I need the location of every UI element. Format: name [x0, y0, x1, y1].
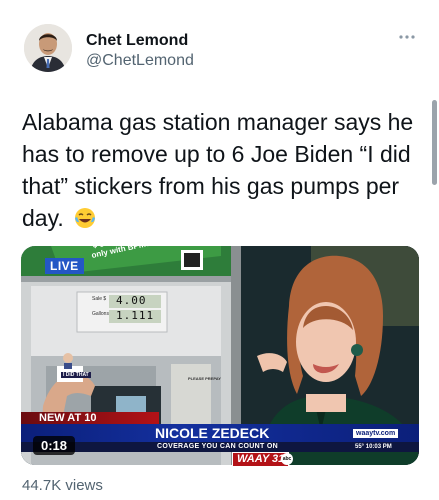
network-logo: abc — [281, 453, 293, 465]
author-handle[interactable]: @ChetLemond — [86, 52, 194, 70]
sticker-text: I DID THAT — [61, 372, 91, 378]
video-duration-badge: 0:18 — [33, 436, 76, 455]
view-count: 44.7K views — [22, 477, 103, 494]
tweet-card: Chet Lemond @ChetLemond Alabama gas stat… — [0, 0, 439, 500]
reporter-name: NICOLE ZEDECK — [155, 425, 270, 441]
pump-sale-display: 4.00 — [116, 294, 147, 307]
pump-gallons-label: Gallons — [92, 311, 109, 317]
weather-time: 55° 10:03 PM — [355, 444, 392, 450]
pump-sale-label: Sale $ — [92, 296, 107, 302]
ellipsis-icon[interactable] — [397, 30, 417, 44]
channel-website: waaytv.com — [353, 429, 399, 438]
prepay-sign: PLEASE PREPAY — [188, 376, 221, 381]
face-with-tears-of-joy-icon — [75, 208, 96, 228]
pump-gallons-display: 1.111 — [116, 309, 155, 322]
new-at-ten-strip: NEW AT 10 — [21, 412, 159, 424]
tweet-text: Alabama gas station manager says he has … — [22, 106, 414, 234]
avatar[interactable] — [24, 24, 72, 72]
avatar-image — [24, 24, 72, 72]
scrollbar[interactable] — [432, 100, 437, 185]
author-name[interactable]: Chet Lemond — [86, 32, 188, 50]
live-badge: LIVE — [45, 258, 84, 274]
